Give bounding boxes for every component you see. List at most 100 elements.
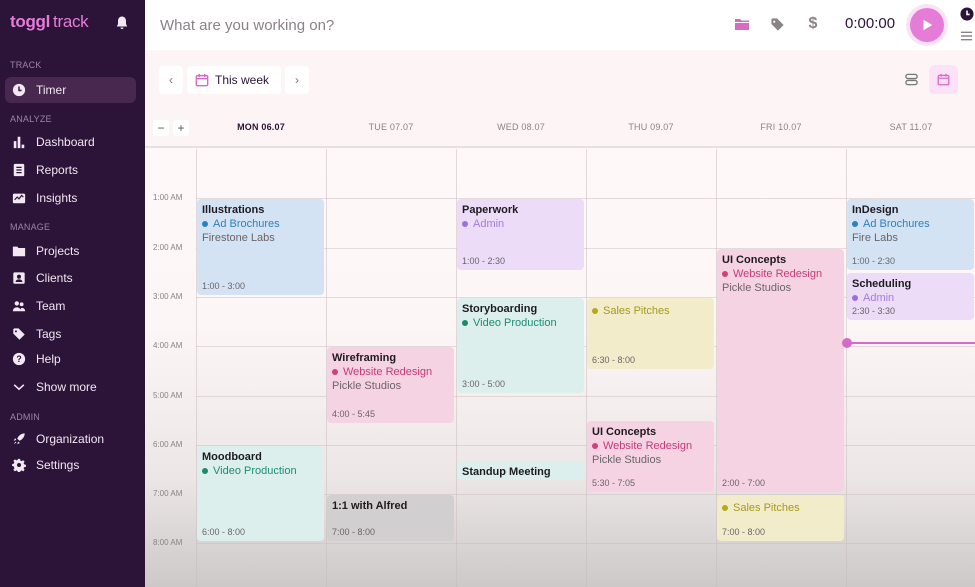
entry-client: Firestone Labs xyxy=(202,232,275,245)
sidebar-item-label: Help xyxy=(36,352,61,366)
sidebar-item-label: Insights xyxy=(36,191,78,205)
sidebar-item-label: Team xyxy=(36,299,66,313)
hour-label: 7:00 AM xyxy=(153,489,183,499)
time-entry[interactable]: Sales Pitches 6:30 - 8:00 xyxy=(587,297,714,369)
project-folder-icon[interactable] xyxy=(733,15,751,33)
calendar-grid[interactable]: 1:00 AM 2:00 AM 3:00 AM 4:00 AM 5:00 AM 6:00 … xyxy=(145,149,975,587)
document-icon xyxy=(11,163,26,178)
manual-mode-list-icon[interactable] xyxy=(960,29,973,41)
day-header-1: TUE 07.07 xyxy=(368,122,414,132)
entry-title: Moodboard xyxy=(202,450,262,463)
previous-week-button[interactable]: ‹ xyxy=(159,66,183,94)
entry-project: Sales Pitches xyxy=(722,502,839,514)
sidebar-item-label: Tags xyxy=(36,327,62,341)
hour-label: 8:00 AM xyxy=(153,538,183,548)
section-analyze: ANALYZE xyxy=(10,114,52,124)
notifications-bell-icon[interactable] xyxy=(114,15,130,31)
sidebar-item-help[interactable]: ? Help xyxy=(5,346,136,372)
time-entry[interactable]: InDesign Ad Brochures Fire Labs 1:00 - 2:30 xyxy=(847,199,974,271)
time-entry[interactable]: Storyboarding Video Production 3:00 - 5:00 xyxy=(457,297,584,394)
chevron-down-icon xyxy=(11,380,26,395)
entry-project-name: Website Redesign xyxy=(343,366,433,379)
sidebar-item-label: Show more xyxy=(36,380,97,394)
sidebar-item-reports[interactable]: Reports xyxy=(5,157,136,183)
calendar-view-button[interactable] xyxy=(929,65,958,94)
entry-project: Admin xyxy=(852,292,969,304)
billable-dollar-icon[interactable]: $ xyxy=(804,15,822,33)
sidebar-item-label: Clients xyxy=(36,271,73,285)
list-view-icon xyxy=(904,73,918,85)
entry-project: Ad Brochures xyxy=(202,218,319,230)
hour-label: 6:00 AM xyxy=(153,439,183,449)
entry-client: Pickle Studios xyxy=(722,281,792,294)
timer-display: 0:00:00 xyxy=(845,15,896,32)
description-input[interactable] xyxy=(160,13,580,37)
time-entry[interactable]: UI Concepts Website Redesign Pickle Studio… xyxy=(587,421,714,493)
sidebar-item-settings[interactable]: Settings xyxy=(5,452,136,478)
team-icon xyxy=(11,299,26,314)
sidebar-item-label: Projects xyxy=(36,244,80,258)
timer-mode-clock-icon[interactable] xyxy=(960,7,974,21)
time-entry[interactable]: Paperwork Admin 1:00 - 2:30 xyxy=(457,199,584,271)
week-label: This week xyxy=(215,73,270,87)
sidebar-item-tags[interactable]: Tags xyxy=(5,321,136,347)
sidebar-item-organization[interactable]: Organization xyxy=(5,426,136,452)
sidebar-item-dashboard[interactable]: Dashboard xyxy=(5,129,136,155)
zoom-controls: − + xyxy=(153,120,189,136)
entry-project: Sales Pitches xyxy=(592,305,709,317)
entry-time-range: 5:30 - 7:05 xyxy=(592,478,636,489)
time-entry[interactable]: Wireframing Website Redesign Pickle Studio… xyxy=(327,347,454,424)
current-time-line xyxy=(846,342,975,345)
entry-project-name: Ad Brochures xyxy=(863,218,930,231)
sidebar-item-team[interactable]: Team xyxy=(5,293,136,319)
entry-time-range: 6:00 - 8:00 xyxy=(202,527,246,538)
play-icon xyxy=(923,19,933,31)
tag-icon[interactable] xyxy=(768,15,786,33)
week-navigator: ‹ This week › xyxy=(159,66,310,94)
time-entry[interactable]: Scheduling Admin 2:30 - 3:30 xyxy=(847,273,974,320)
time-entry[interactable]: Standup Meeting xyxy=(457,460,584,480)
time-entry[interactable]: UI Concepts Website Redesign Pickle Studio… xyxy=(717,248,844,493)
zoom-out-button[interactable]: − xyxy=(153,120,169,136)
list-view-button[interactable] xyxy=(900,68,922,90)
time-entry[interactable]: Illustrations Ad Brochures Firestone Labs 1… xyxy=(197,199,324,295)
sidebar-item-clients[interactable]: Clients xyxy=(5,265,136,291)
sidebar-item-timer[interactable]: Timer xyxy=(5,77,136,103)
entry-time-range: 7:00 - 8:00 xyxy=(722,527,766,538)
entry-project: Website Redesign xyxy=(592,440,709,452)
rocket-icon xyxy=(11,432,26,447)
sidebar-item-projects[interactable]: Projects xyxy=(5,238,136,264)
entry-time-range: 2:00 - 7:00 xyxy=(722,478,766,489)
entry-project-name: Sales Pitches xyxy=(733,502,800,515)
time-entry[interactable]: Moodboard Video Production 6:00 - 8:00 xyxy=(197,445,324,542)
start-timer-button[interactable] xyxy=(910,8,944,42)
days-header: − + MON 06.07 TUE 07.07 WED 08.07 THU 09.07… xyxy=(145,110,975,148)
entry-project-name: Admin xyxy=(473,218,505,231)
time-entry[interactable]: 1:1 with Alfred 7:00 - 8:00 xyxy=(327,495,454,542)
sidebar-item-label: Settings xyxy=(36,458,80,472)
project-color-dot-icon xyxy=(722,270,728,277)
next-week-button[interactable]: › xyxy=(285,66,310,94)
logo[interactable]: toggl track xyxy=(10,12,89,32)
entry-time-range: 7:00 - 8:00 xyxy=(332,527,376,538)
zoom-in-button[interactable]: + xyxy=(173,120,189,136)
sidebar-item-label: Dashboard xyxy=(36,135,95,149)
entry-title: UI Concepts xyxy=(592,426,657,439)
sidebar-item-insights[interactable]: Insights xyxy=(5,185,136,211)
sidebar-item-show-more[interactable]: Show more xyxy=(5,374,136,400)
sidebar-item-label: Organization xyxy=(36,432,105,446)
entry-title: Illustrations xyxy=(202,204,265,217)
entry-project-name: Website Redesign xyxy=(603,440,693,453)
entry-title: Paperwork xyxy=(462,204,519,217)
tag-icon xyxy=(11,327,26,342)
week-picker-button[interactable]: This week xyxy=(187,66,282,94)
project-color-dot-icon xyxy=(202,221,208,228)
svg-text:?: ? xyxy=(16,354,21,364)
project-color-dot-icon xyxy=(462,319,468,326)
folder-icon xyxy=(11,244,26,259)
project-color-dot-icon xyxy=(722,505,728,512)
time-entry[interactable]: Sales Pitches 7:00 - 8:00 xyxy=(717,495,844,542)
entry-time-range: 4:00 - 5:45 xyxy=(332,409,376,420)
entry-project-name: Admin xyxy=(863,292,895,305)
clock-icon xyxy=(11,83,26,98)
